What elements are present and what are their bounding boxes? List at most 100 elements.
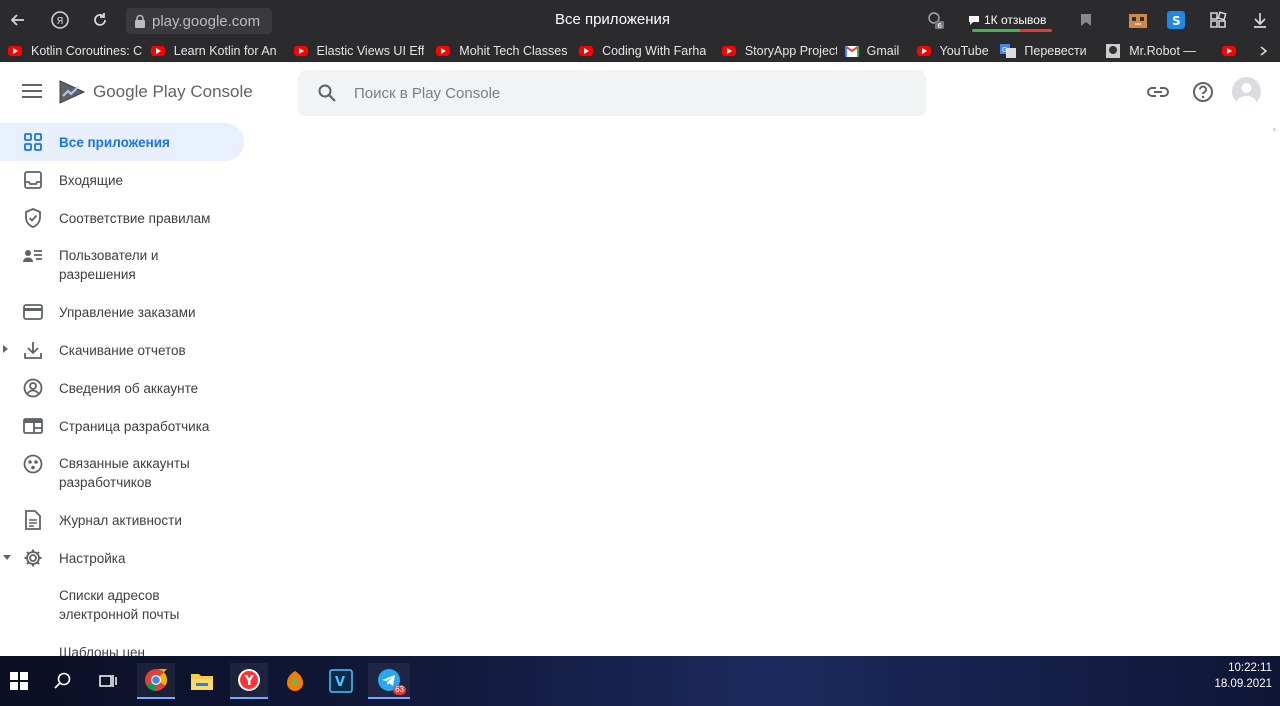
web-page-icon (22, 415, 44, 437)
browser-nav-row: Я play.google.com Все приложения 6 1К от… (0, 0, 1280, 40)
bookmark-item[interactable]: Elastic Views UI Eff (293, 44, 429, 58)
app-header: Google Play Console (0, 62, 1280, 122)
user-list-icon (22, 245, 44, 267)
task-view-icon[interactable] (89, 663, 127, 699)
yandex-icon[interactable]: Я (48, 8, 72, 32)
search-bar[interactable] (298, 70, 926, 116)
sidebar-item-label: Управление заказами (59, 305, 196, 320)
extensions-icon[interactable] (1206, 8, 1230, 32)
sidebar-item-linked-accounts[interactable]: Связанные аккаунты разработчиков (0, 445, 244, 501)
bookmark-item[interactable]: Learn Kotlin for An (150, 44, 286, 58)
windows-taskbar: Y V 63 10:22:11 18.09.2021 (0, 656, 1280, 706)
bookmarks-overflow-icon[interactable] (1260, 46, 1280, 56)
yandex-browser-icon[interactable]: Y (230, 663, 268, 699)
sidebar-item-label: Журнал активности (59, 513, 182, 528)
youtube-icon (579, 46, 594, 56)
tabs-icon[interactable]: 6 (924, 8, 948, 32)
sidebar-item-policy[interactable]: Соответствие правилам (0, 199, 244, 237)
shield-check-icon (22, 207, 44, 229)
sidebar-item-label: Входящие (59, 173, 124, 188)
file-explorer-icon[interactable] (183, 663, 221, 699)
chrome-icon[interactable] (137, 663, 175, 699)
bookmark-translate[interactable]: G Перевести (1000, 44, 1098, 58)
sidebar-item-orders[interactable]: Управление заказами (0, 293, 244, 331)
bookmark-item[interactable]: Kotlin Coroutines: C (8, 44, 143, 58)
link-icon[interactable] (1146, 80, 1170, 104)
svg-text:G: G (1002, 46, 1007, 54)
clock-date: 18.09.2021 (1214, 678, 1272, 690)
sidebar-item-reports[interactable]: Скачивание отчетов (0, 331, 244, 369)
reload-icon[interactable] (88, 8, 112, 32)
sidebar-subitem-price-templates[interactable]: Шаблоны цен (0, 633, 244, 656)
sidebar-item-developer-page[interactable]: Страница разработчика (0, 407, 244, 445)
sidebar-item-activity-log[interactable]: Журнал активности (0, 501, 244, 539)
bookmark-item[interactable]: Mohit Tech Classes (436, 44, 571, 58)
document-icon (22, 509, 44, 531)
inbox-icon (22, 169, 44, 191)
sidebar-item-label: Сведения об аккаунте (59, 381, 199, 396)
play-console-logo-icon (59, 80, 86, 104)
sidebar-item-label: Все приложения (59, 135, 170, 150)
search-icon (318, 84, 336, 102)
extension-pixel-icon[interactable] (1126, 8, 1150, 32)
svg-text:6: 6 (938, 22, 943, 30)
bookmark-item[interactable]: Coding With Farha (579, 44, 714, 58)
browser-toolbar: Я play.google.com Все приложения 6 1К от… (0, 0, 1280, 62)
bookmark-item[interactable]: YouTube (916, 44, 993, 58)
address-bar[interactable]: play.google.com (126, 8, 272, 34)
sidebar-item-label: Шаблоны цен (59, 645, 145, 656)
brand-name: Google Play Console (93, 82, 253, 101)
youtube-icon (436, 46, 451, 56)
sidebar-subitem-email-lists[interactable]: Списки адресов электронной почты (0, 577, 244, 633)
search-input[interactable] (354, 84, 874, 102)
telegram-icon[interactable]: 63 (368, 663, 410, 699)
svg-text:Y: Y (244, 674, 255, 689)
sidebar-item-settings[interactable]: Настройка (0, 539, 244, 577)
help-icon[interactable] (1191, 80, 1215, 104)
bookmark-gmail[interactable]: Gmail (844, 44, 909, 58)
sidebar-item-inbox[interactable]: Входящие (0, 161, 244, 199)
url-text: play.google.com (152, 12, 261, 30)
mrrobot-icon (1106, 44, 1121, 58)
sidebar-item-account[interactable]: Сведения об аккаунте (0, 369, 244, 407)
collapse-caret-icon[interactable] (3, 555, 11, 560)
vegas-icon[interactable]: V (322, 663, 360, 699)
comment-icon (969, 16, 979, 25)
youtube-icon (1222, 46, 1237, 56)
search-icon[interactable] (44, 663, 82, 699)
svg-text:S: S (1172, 14, 1181, 28)
windows-start-icon[interactable] (0, 663, 38, 699)
download-icon[interactable] (1248, 8, 1272, 32)
svg-text:Я: Я (57, 16, 64, 27)
youtube-icon (293, 46, 308, 56)
linked-accounts-icon (22, 453, 44, 475)
system-clock[interactable]: 10:22:11 18.09.2021 (1208, 660, 1272, 692)
translate-icon: G (1000, 44, 1017, 58)
lock-icon (135, 14, 145, 28)
notification-badge: 63 (393, 685, 406, 695)
reviews-rating-bar (972, 29, 1052, 32)
bookmark-icon[interactable] (1074, 8, 1098, 32)
youtube-icon (721, 46, 736, 56)
sidebar-item-all-apps[interactable]: Все приложения (0, 123, 244, 161)
scrollbar[interactable] (1273, 128, 1276, 131)
menu-icon[interactable] (22, 84, 42, 100)
back-arrow-icon[interactable] (6, 8, 30, 32)
reviews-badge[interactable]: 1К отзывов (968, 8, 1052, 32)
credit-card-icon (22, 301, 44, 323)
sidebar-item-users[interactable]: Пользователи и разрешения (0, 237, 244, 293)
clock-time: 10:22:11 (1228, 662, 1272, 674)
avatar[interactable] (1232, 77, 1261, 106)
fl-studio-icon[interactable] (276, 663, 314, 699)
youtube-icon (8, 46, 22, 56)
sidebar-item-label: Пользователи и разрешения (59, 248, 159, 282)
browser-page-title: Все приложения (554, 11, 671, 28)
expand-caret-icon[interactable] (3, 345, 8, 353)
youtube-icon (150, 46, 165, 56)
sidebar-item-label: Списки адресов электронной почты (59, 588, 180, 622)
skype-extension-icon[interactable]: S (1164, 8, 1188, 32)
bookmark-item[interactable]: StoryApp Project V (721, 44, 837, 58)
bookmark-mrrobot[interactable]: Mr.Robot — (1106, 44, 1214, 58)
download-icon (22, 339, 44, 361)
bookmark-item[interactable] (1222, 46, 1252, 56)
